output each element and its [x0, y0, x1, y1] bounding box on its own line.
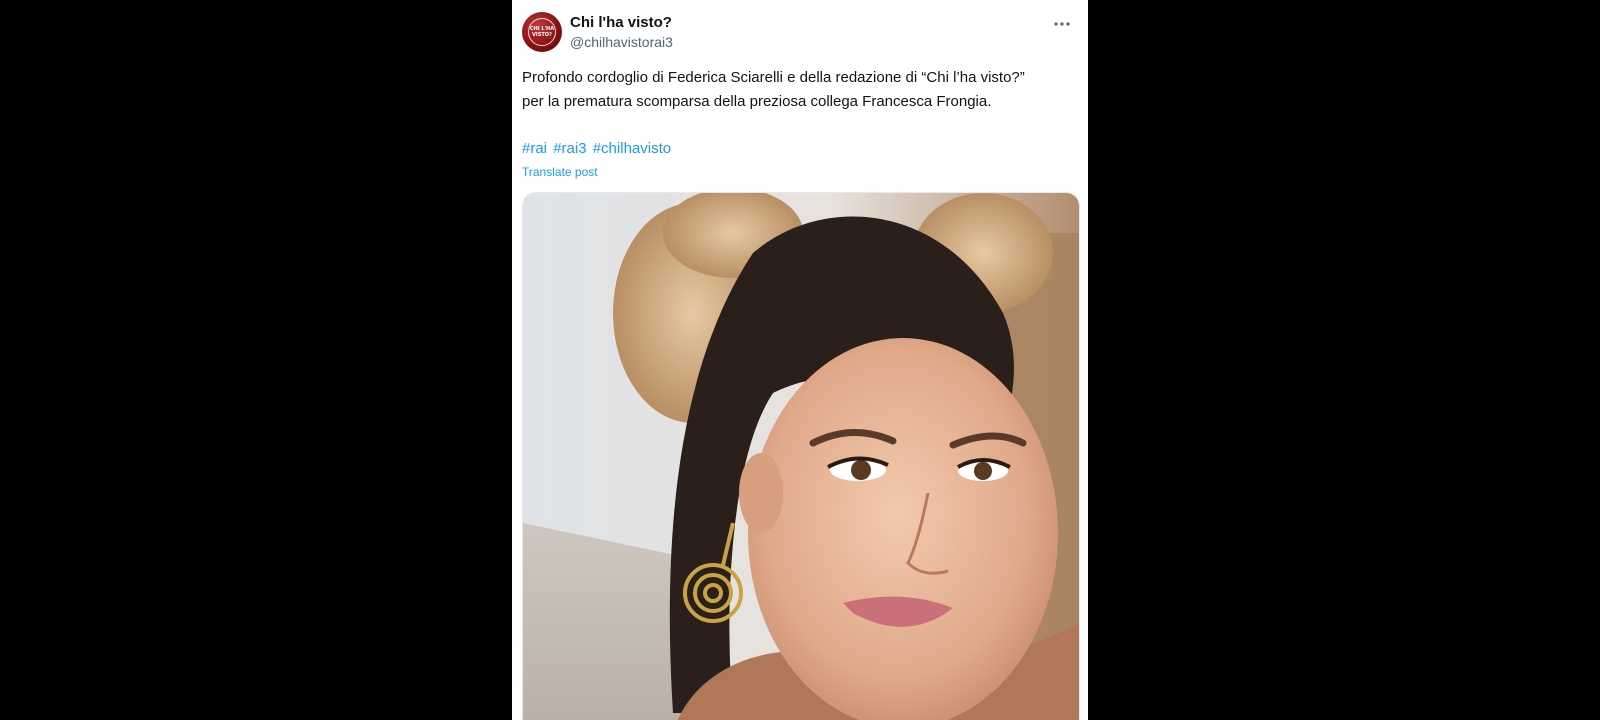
hashtag-rai3[interactable]: #rai3	[553, 140, 586, 157]
hashtag-list: #rai #rai3 #chilhavisto	[522, 137, 673, 161]
tweet-header: CHI L'HA VISTO? Chi l'ha visto? @chilhav…	[522, 12, 1078, 52]
translate-post-link[interactable]: Translate post	[522, 164, 598, 180]
portrait-photo	[523, 193, 1079, 720]
tweet-text-line-1: Profondo cordoglio di Federica Sciarelli…	[522, 69, 1025, 86]
avatar[interactable]: CHI L'HA VISTO?	[522, 12, 562, 52]
tweet-text: Profondo cordoglio di Federica Sciarelli…	[522, 66, 1078, 114]
chi-lha-visto-logo-icon: CHI L'HA VISTO?	[528, 18, 556, 46]
tweet-card[interactable]: CHI L'HA VISTO? Chi l'ha visto? @chilhav…	[512, 0, 1088, 720]
display-name[interactable]: Chi l'ha visto?	[570, 14, 673, 32]
tweet-media-photo[interactable]	[522, 192, 1080, 720]
tweet-text-line-2: per la prematura scomparsa della prezios…	[522, 93, 992, 110]
more-horizontal-icon	[1054, 22, 1070, 26]
hashtag-chilhavisto[interactable]: #chilhavisto	[593, 140, 671, 157]
user-handle[interactable]: @chilhavistorai3	[570, 33, 673, 51]
screen: CHI L'HA VISTO? Chi l'ha visto? @chilhav…	[0, 0, 1600, 720]
more-options-button[interactable]	[1050, 14, 1074, 34]
hashtag-rai[interactable]: #rai	[522, 140, 547, 157]
author-block: Chi l'ha visto? @chilhavistorai3	[570, 14, 673, 51]
avatar-logo-text: CHI L'HA VISTO?	[529, 26, 555, 38]
